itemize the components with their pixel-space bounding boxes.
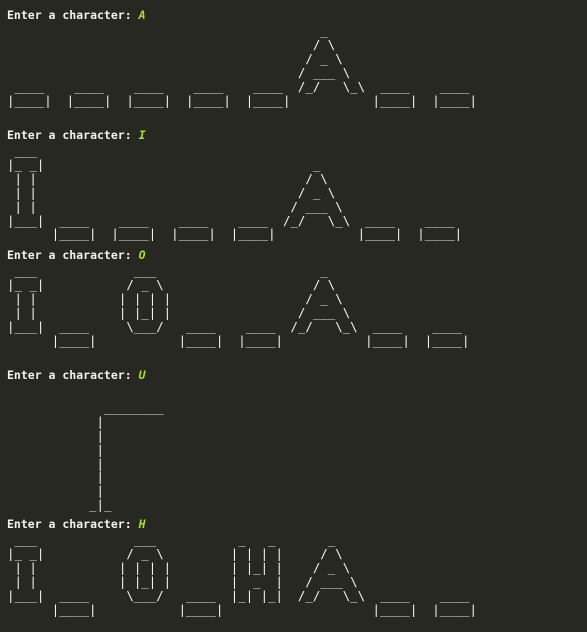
prompt-line: Enter a character: I [7,128,587,143]
guess-block-5: Enter a character: H ___ ___ _ _ _ |_ _|… [7,517,587,628]
prompt-label: Enter a character: [7,368,139,382]
prompt-label: Enter a character: [7,8,139,22]
prompt-label: Enter a character: [7,248,139,262]
guess-block-1: Enter a character: A _ / \ / _ \ / ___ \… [7,8,587,128]
entered-character: H [138,517,146,531]
gallows-ascii-art: ________ | | | | | | _|_ [89,399,164,513]
prompt-label: Enter a character: [7,517,139,531]
terminal-window[interactable]: Enter a character: A _ / \ / _ \ / ___ \… [0,0,587,632]
prompt-line: Enter a character: A [7,8,587,23]
prompt-line: Enter a character: H [7,517,587,532]
word-progress-ascii-art: ___ |_ _| _ | | / \ | | / _ \ | | / ___ … [7,143,463,242]
word-progress-ascii-art: ___ ___ _ _ _ |_ _| / _ \ | | | | / \ | … [7,532,477,617]
prompt-line: Enter a character: U [7,368,587,383]
word-progress-ascii-art: ___ ___ _ |_ _| / _ \ / \ | | | | | | / … [7,263,470,348]
entered-character: I [138,128,146,142]
prompt-label: Enter a character: [7,128,139,142]
entered-character: U [138,368,146,382]
entered-character: O [138,248,146,262]
guess-block-2: Enter a character: I ___ |_ _| _ | | / \… [7,128,587,248]
word-progress-ascii-art: _ / \ / _ \ / ___ \ ____ ____ ____ ____ … [7,23,477,108]
entered-character: A [138,8,146,22]
guess-block-4: Enter a character: U ________ | | | | | … [7,368,587,517]
guess-block-3: Enter a character: O ___ ___ _ |_ _| / _… [7,248,587,368]
prompt-line: Enter a character: O [7,248,587,263]
